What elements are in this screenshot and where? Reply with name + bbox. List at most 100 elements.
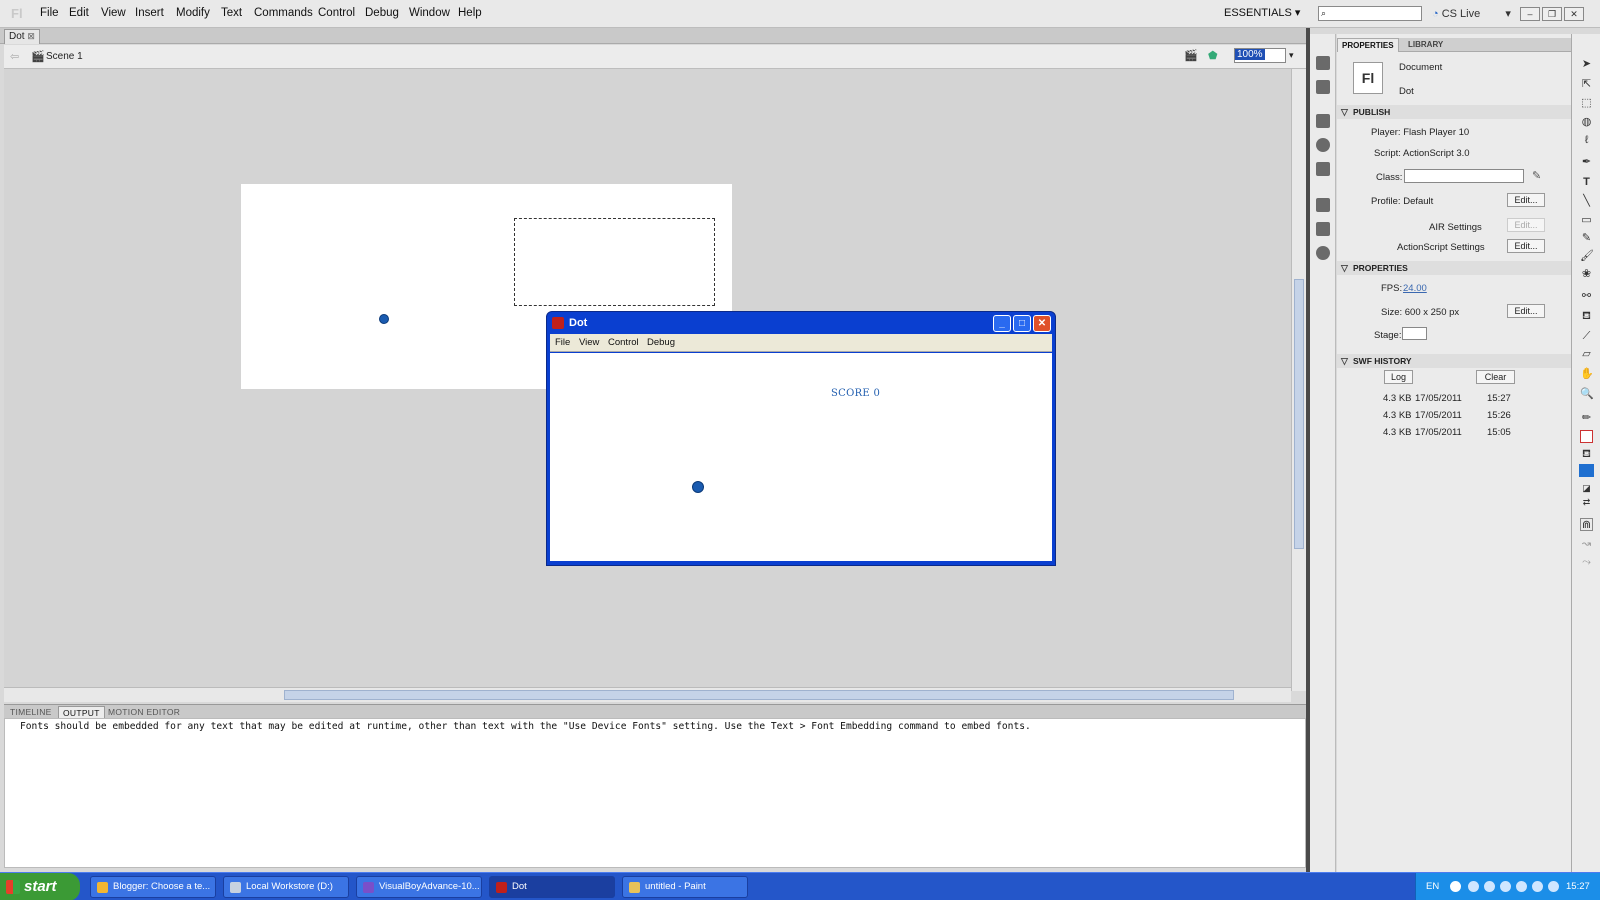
brush-tool-icon[interactable]: 🖌	[1580, 250, 1594, 263]
tab-library[interactable]: LIBRARY	[1404, 38, 1447, 52]
taskbar-item-visualboyadvance[interactable]: VisualBoyAdvance-10...	[356, 876, 482, 898]
eraser-tool-icon[interactable]: ▱	[1580, 348, 1593, 361]
profile-edit-button[interactable]: Edit...	[1507, 193, 1545, 207]
chevron-down-icon[interactable]: ▾	[1289, 50, 1294, 61]
player-content[interactable]: SCORE 0	[550, 353, 1052, 561]
paint-bucket-tool-icon[interactable]: ⛾	[1580, 310, 1593, 323]
menu-file[interactable]: File	[40, 7, 59, 19]
window-close-button[interactable]: ✕	[1033, 315, 1051, 332]
language-indicator[interactable]: EN	[1426, 881, 1439, 892]
transform-panel-icon[interactable]	[1316, 162, 1330, 176]
hand-tool-icon[interactable]: ✋	[1580, 368, 1594, 381]
align-panel-icon[interactable]	[1316, 114, 1330, 128]
back-arrow-icon[interactable]: ⇦	[10, 50, 19, 63]
subselection-tool-icon[interactable]: ⇱	[1580, 78, 1593, 91]
zoom-input[interactable]: 100%	[1234, 48, 1286, 63]
menu-text[interactable]: Text	[221, 7, 242, 19]
taskbar-item-paint[interactable]: untitled - Paint	[622, 876, 748, 898]
security-icon[interactable]	[1500, 881, 1511, 892]
straighten-icon[interactable]: ⤳	[1580, 556, 1593, 569]
player-menu-debug[interactable]: Debug	[647, 337, 675, 348]
fps-value[interactable]: 24.00	[1403, 283, 1427, 294]
components-icon[interactable]	[1316, 222, 1330, 236]
document-tab[interactable]: Dot ⊠	[4, 29, 40, 44]
cs-live-button[interactable]: ◔ CS Live ▾	[1432, 7, 1511, 20]
player-menu-file[interactable]: File	[555, 337, 570, 348]
window-minimize-button[interactable]: _	[993, 315, 1011, 332]
line-tool-icon[interactable]: ╲	[1580, 195, 1593, 208]
network-icon[interactable]	[1468, 881, 1479, 892]
close-button[interactable]: ✕	[1564, 7, 1584, 21]
bluetooth-icon[interactable]	[1516, 881, 1527, 892]
lasso-tool-icon[interactable]: ℓ	[1580, 134, 1593, 147]
flag-icon[interactable]	[1484, 881, 1495, 892]
air-settings-edit-button[interactable]: Edit...	[1507, 218, 1545, 232]
update-icon[interactable]	[1548, 881, 1559, 892]
class-input[interactable]	[1404, 169, 1524, 183]
horizontal-scroll-thumb[interactable]	[284, 690, 1234, 700]
output-panel[interactable]: Fonts should be embedded for any text th…	[4, 718, 1306, 868]
close-icon[interactable]: ⊠	[27, 31, 35, 41]
edit-symbols-icon[interactable]: ⬟	[1208, 49, 1218, 62]
smooth-icon[interactable]: ↝	[1580, 538, 1593, 551]
menu-view[interactable]: View	[101, 7, 126, 19]
pencil-icon[interactable]: ✎	[1532, 169, 1541, 182]
deco-tool-icon[interactable]: ❀	[1580, 268, 1593, 281]
menu-window[interactable]: Window	[409, 7, 450, 19]
menu-edit[interactable]: Edit	[69, 7, 89, 19]
pencil-tool-icon[interactable]: ✎	[1580, 232, 1593, 245]
clear-button[interactable]: Clear	[1476, 370, 1515, 384]
taskbar-item-dot[interactable]: Dot	[489, 876, 615, 898]
search-input[interactable]: ⌕	[1318, 6, 1422, 21]
swatches-panel-icon[interactable]	[1316, 80, 1330, 94]
player-menu-control[interactable]: Control	[608, 337, 639, 348]
vertical-scrollbar[interactable]	[1291, 69, 1306, 691]
snap-to-objects-icon[interactable]: ⋒	[1580, 518, 1593, 531]
bone-tool-icon[interactable]: ⚯	[1580, 290, 1593, 303]
menu-commands[interactable]: Commands	[254, 7, 313, 19]
vertical-scroll-thumb[interactable]	[1294, 279, 1304, 549]
player-menu-view[interactable]: View	[579, 337, 599, 348]
actionscript-settings-edit-button[interactable]: Edit...	[1507, 239, 1545, 253]
horizontal-scrollbar[interactable]	[4, 687, 1291, 702]
stage-dot[interactable]	[379, 314, 389, 324]
swf-history-section-header[interactable]: SWF HISTORY	[1337, 354, 1571, 368]
menu-insert[interactable]: Insert	[135, 7, 164, 19]
text-tool-icon[interactable]: T	[1580, 176, 1593, 189]
restore-button[interactable]: ❐	[1542, 7, 1562, 21]
taskbar-item-local-workstore[interactable]: Local Workstore (D:)	[223, 876, 349, 898]
publish-section-header[interactable]: PUBLISH	[1337, 105, 1571, 119]
start-button[interactable]: start	[0, 873, 80, 900]
player-window[interactable]: Dot _ □ ✕ File View Control Debug SCORE …	[546, 311, 1056, 566]
stroke-color-swatch[interactable]	[1580, 430, 1593, 443]
properties-section-header[interactable]: PROPERTIES	[1337, 261, 1571, 275]
menu-control[interactable]: Control	[318, 7, 355, 19]
rectangle-tool-icon[interactable]: ▭	[1580, 214, 1593, 227]
menu-modify[interactable]: Modify	[176, 7, 210, 19]
workspace-switcher[interactable]: ESSENTIALS ▾	[1224, 6, 1300, 19]
window-maximize-button[interactable]: □	[1013, 315, 1031, 332]
menu-debug[interactable]: Debug	[365, 7, 399, 19]
motion-presets-icon[interactable]	[1316, 246, 1330, 260]
swap-colors-icon[interactable]: ⇄	[1580, 496, 1593, 509]
zoom-tool-icon[interactable]: 🔍	[1580, 388, 1594, 401]
black-white-icon[interactable]: ◪	[1580, 482, 1593, 495]
log-button[interactable]: Log	[1384, 370, 1413, 384]
taskbar-item-blogger[interactable]: Blogger: Choose a te...	[90, 876, 216, 898]
free-transform-tool-icon[interactable]: ⬚	[1580, 97, 1593, 110]
info-icon[interactable]	[1316, 138, 1330, 152]
stage-color-swatch[interactable]	[1402, 327, 1427, 340]
fill-color-swatch[interactable]	[1579, 464, 1594, 477]
fill-color-icon[interactable]: ⛾	[1580, 448, 1593, 461]
eyedropper-tool-icon[interactable]: ⟋	[1580, 330, 1593, 343]
volume-icon[interactable]	[1532, 881, 1543, 892]
game-dot[interactable]	[692, 481, 704, 493]
stroke-color-icon[interactable]: ✏	[1580, 412, 1593, 425]
size-edit-button[interactable]: Edit...	[1507, 304, 1545, 318]
color-panel-icon[interactable]	[1316, 56, 1330, 70]
code-snippets-icon[interactable]	[1316, 198, 1330, 212]
tab-properties[interactable]: PROPERTIES	[1337, 38, 1399, 52]
selection-tool-icon[interactable]: ➤	[1580, 58, 1593, 71]
minimize-button[interactable]: –	[1520, 7, 1540, 21]
text-field-bounds[interactable]	[514, 218, 715, 306]
